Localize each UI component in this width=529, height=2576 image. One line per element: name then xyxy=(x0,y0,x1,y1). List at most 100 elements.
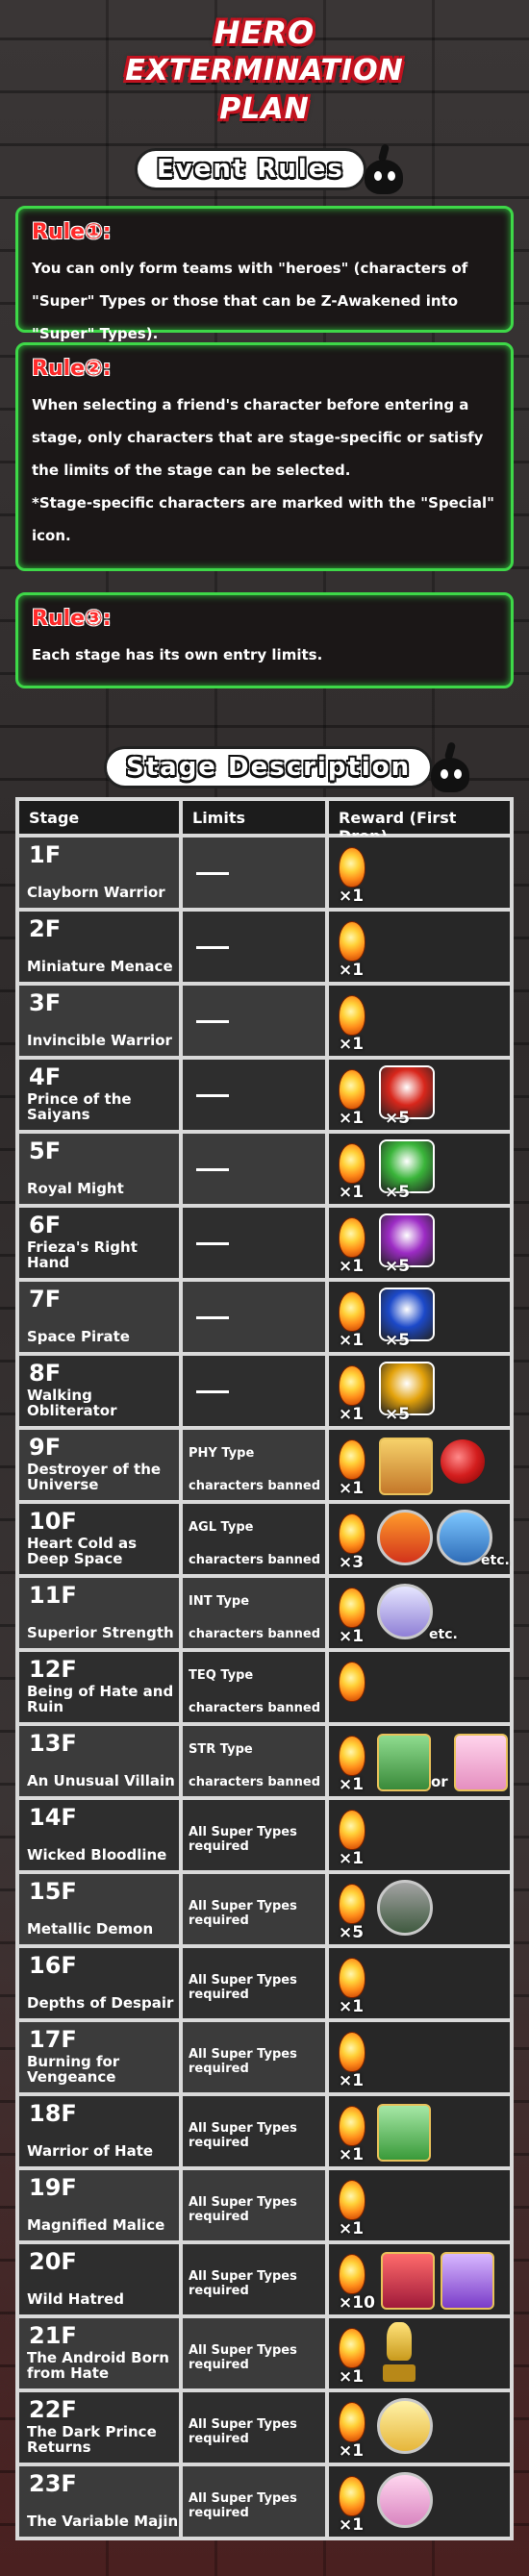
stone-count: ×1 xyxy=(339,887,365,906)
limits-cell: All Super Types required xyxy=(181,2094,327,2168)
mascot-icon xyxy=(425,740,473,794)
stage-floor: 7F xyxy=(29,1286,62,1313)
stage-name: Burning for Vengeance xyxy=(27,2053,120,2086)
table-header: Stage Limits Reward (First Drop) xyxy=(17,799,512,845)
limit-text: All Super Types required xyxy=(189,2195,297,2224)
table-row: 16F Depths of Despair All Super Types requ… xyxy=(17,1946,512,2020)
table-row: 4F Prince of the Saiyans ×1 ×5 xyxy=(17,1058,512,1132)
dragon-stone-icon xyxy=(339,847,365,888)
limits-cell xyxy=(181,984,327,1058)
stage-cell: 13F An Unusual Villain xyxy=(17,1724,181,1798)
stage-name: An Unusual Villain xyxy=(27,1772,175,1789)
logo-line-2: EXTERMINATION PLAN xyxy=(125,54,404,126)
stage-floor: 17F xyxy=(29,2026,77,2053)
stage-floor: 1F xyxy=(29,841,62,868)
stone-count: ×1 xyxy=(339,1257,365,1276)
character-card-icon xyxy=(377,2104,431,2162)
stage-cell: 8F Walking Obliterator xyxy=(17,1354,181,1428)
limits-cell: INT Type characters banned xyxy=(181,1576,327,1650)
rule-1-text: You can only form teams with "heroes" (c… xyxy=(32,260,468,342)
stone-count: ×1 xyxy=(339,2515,365,2535)
rule-3-text: Each stage has its own entry limits. xyxy=(32,646,323,663)
reward-cell: ×1 ×5 xyxy=(327,1058,512,1132)
dragon-stone-icon xyxy=(339,1884,365,1924)
no-limit-dash xyxy=(196,946,229,949)
table-row: 6F Frieza's Right Hand ×1 ×5 xyxy=(17,1206,512,1280)
dragon-stone-icon xyxy=(339,2476,365,2516)
limit-text: INT Type characters banned xyxy=(189,1594,321,1641)
stage-name: Superior Strength xyxy=(27,1624,174,1641)
dragon-stone-icon xyxy=(339,1588,365,1628)
trophy-icon xyxy=(383,2322,416,2386)
limits-cell xyxy=(181,1132,327,1206)
stage-cell: 15F Metallic Demon xyxy=(17,1872,181,1946)
stone-count: ×1 xyxy=(339,961,365,980)
stage-floor: 5F xyxy=(29,1138,62,1164)
stage-name: Being of Hate and Ruin xyxy=(27,1683,174,1715)
stage-cell: 2F Miniature Menace xyxy=(17,910,181,984)
reward-cell: ×1 xyxy=(327,910,512,984)
event-logo: HERO EXTERMINATION PLAN xyxy=(87,13,442,126)
stage-floor: 12F xyxy=(29,1656,77,1683)
stage-name: Prince of the Saiyans xyxy=(27,1090,132,1123)
reward-cell: ×1 xyxy=(327,1428,512,1502)
stage-cell: 17F Burning for Vengeance xyxy=(17,2020,181,2094)
dragon-stone-icon xyxy=(339,1365,365,1406)
no-limit-dash xyxy=(196,1168,229,1171)
stage-cell: 18F Warrior of Hate xyxy=(17,2094,181,2168)
rules-heading-text: Event Rules xyxy=(157,155,344,184)
stage-cell: 5F Royal Might xyxy=(17,1132,181,1206)
limits-cell: AGL Type characters banned xyxy=(181,1502,327,1576)
limits-cell: STR Type characters banned xyxy=(181,1724,327,1798)
rules-heading: Event Rules xyxy=(135,142,407,196)
dragon-stone-icon xyxy=(339,1291,365,1332)
limits-cell: PHY Type characters banned xyxy=(181,1428,327,1502)
character-card-icon xyxy=(377,1584,433,1639)
stage-floor: 4F xyxy=(29,1063,62,1090)
medal-count: ×5 xyxy=(385,1183,411,1202)
stone-count: ×1 xyxy=(339,2071,365,2090)
stage-floor: 2F xyxy=(29,915,62,942)
reward-cell: ×1 xyxy=(327,2094,512,2168)
reward-cell: ×1 xyxy=(327,836,512,910)
stage-name: Frieza's Right Hand xyxy=(27,1238,138,1271)
stage-cell: 20F Wild Hatred xyxy=(17,2242,181,2316)
reward-cell: ×1 or xyxy=(327,1724,512,1798)
stage-floor: 3F xyxy=(29,989,62,1016)
rule-2-box: Rule②: When selecting a friend's charact… xyxy=(15,342,514,571)
table-row: 14F Wicked Bloodline All Super Types requi… xyxy=(17,1798,512,1872)
table-row: 2F Miniature Menace ×1 xyxy=(17,910,512,984)
dragon-stone-icon xyxy=(339,2402,365,2442)
limits-cell: All Super Types required xyxy=(181,1946,327,2020)
limit-text: All Super Types required xyxy=(189,1973,297,2002)
limits-cell xyxy=(181,1058,327,1132)
limits-cell xyxy=(181,910,327,984)
dragon-stone-icon xyxy=(339,1217,365,1258)
event-page: HERO EXTERMINATION PLAN Event Rules Rule… xyxy=(0,0,529,2576)
stone-count: ×1 xyxy=(339,1035,365,1054)
limits-cell: All Super Types required xyxy=(181,2168,327,2242)
rule-3-title: Rule③: xyxy=(32,607,112,631)
dragon-stone-icon xyxy=(339,2032,365,2072)
stage-cell: 12F Being of Hate and Ruin xyxy=(17,1650,181,1724)
limits-cell xyxy=(181,1280,327,1354)
etc-label: etc. xyxy=(429,1627,458,1642)
no-limit-dash xyxy=(196,1020,229,1023)
limits-cell: All Super Types required xyxy=(181,1872,327,1946)
stone-count: ×1 xyxy=(339,1849,365,1868)
stage-floor: 6F xyxy=(29,1212,62,1238)
stage-heading-text: Stage Description xyxy=(126,753,412,782)
stage-name: Warrior of Hate xyxy=(27,2142,154,2160)
stage-cell: 11F Superior Strength xyxy=(17,1576,181,1650)
stone-count: ×1 xyxy=(339,2145,365,2164)
limit-text: All Super Types required xyxy=(189,2491,297,2520)
table-row: 19F Magnified Malice All Super Types requi… xyxy=(17,2168,512,2242)
stage-cell: 19F Magnified Malice xyxy=(17,2168,181,2242)
character-card-icon xyxy=(441,2252,494,2310)
no-limit-dash xyxy=(196,1242,229,1245)
table-body: 1F Clayborn Warrior ×1 2F Miniature Menace ×1… xyxy=(17,836,512,2538)
reward-cell xyxy=(327,1650,512,1724)
stone-count: ×1 xyxy=(339,1183,365,1202)
dragon-stone-icon xyxy=(339,1143,365,1184)
stage-floor: 15F xyxy=(29,1878,77,1905)
